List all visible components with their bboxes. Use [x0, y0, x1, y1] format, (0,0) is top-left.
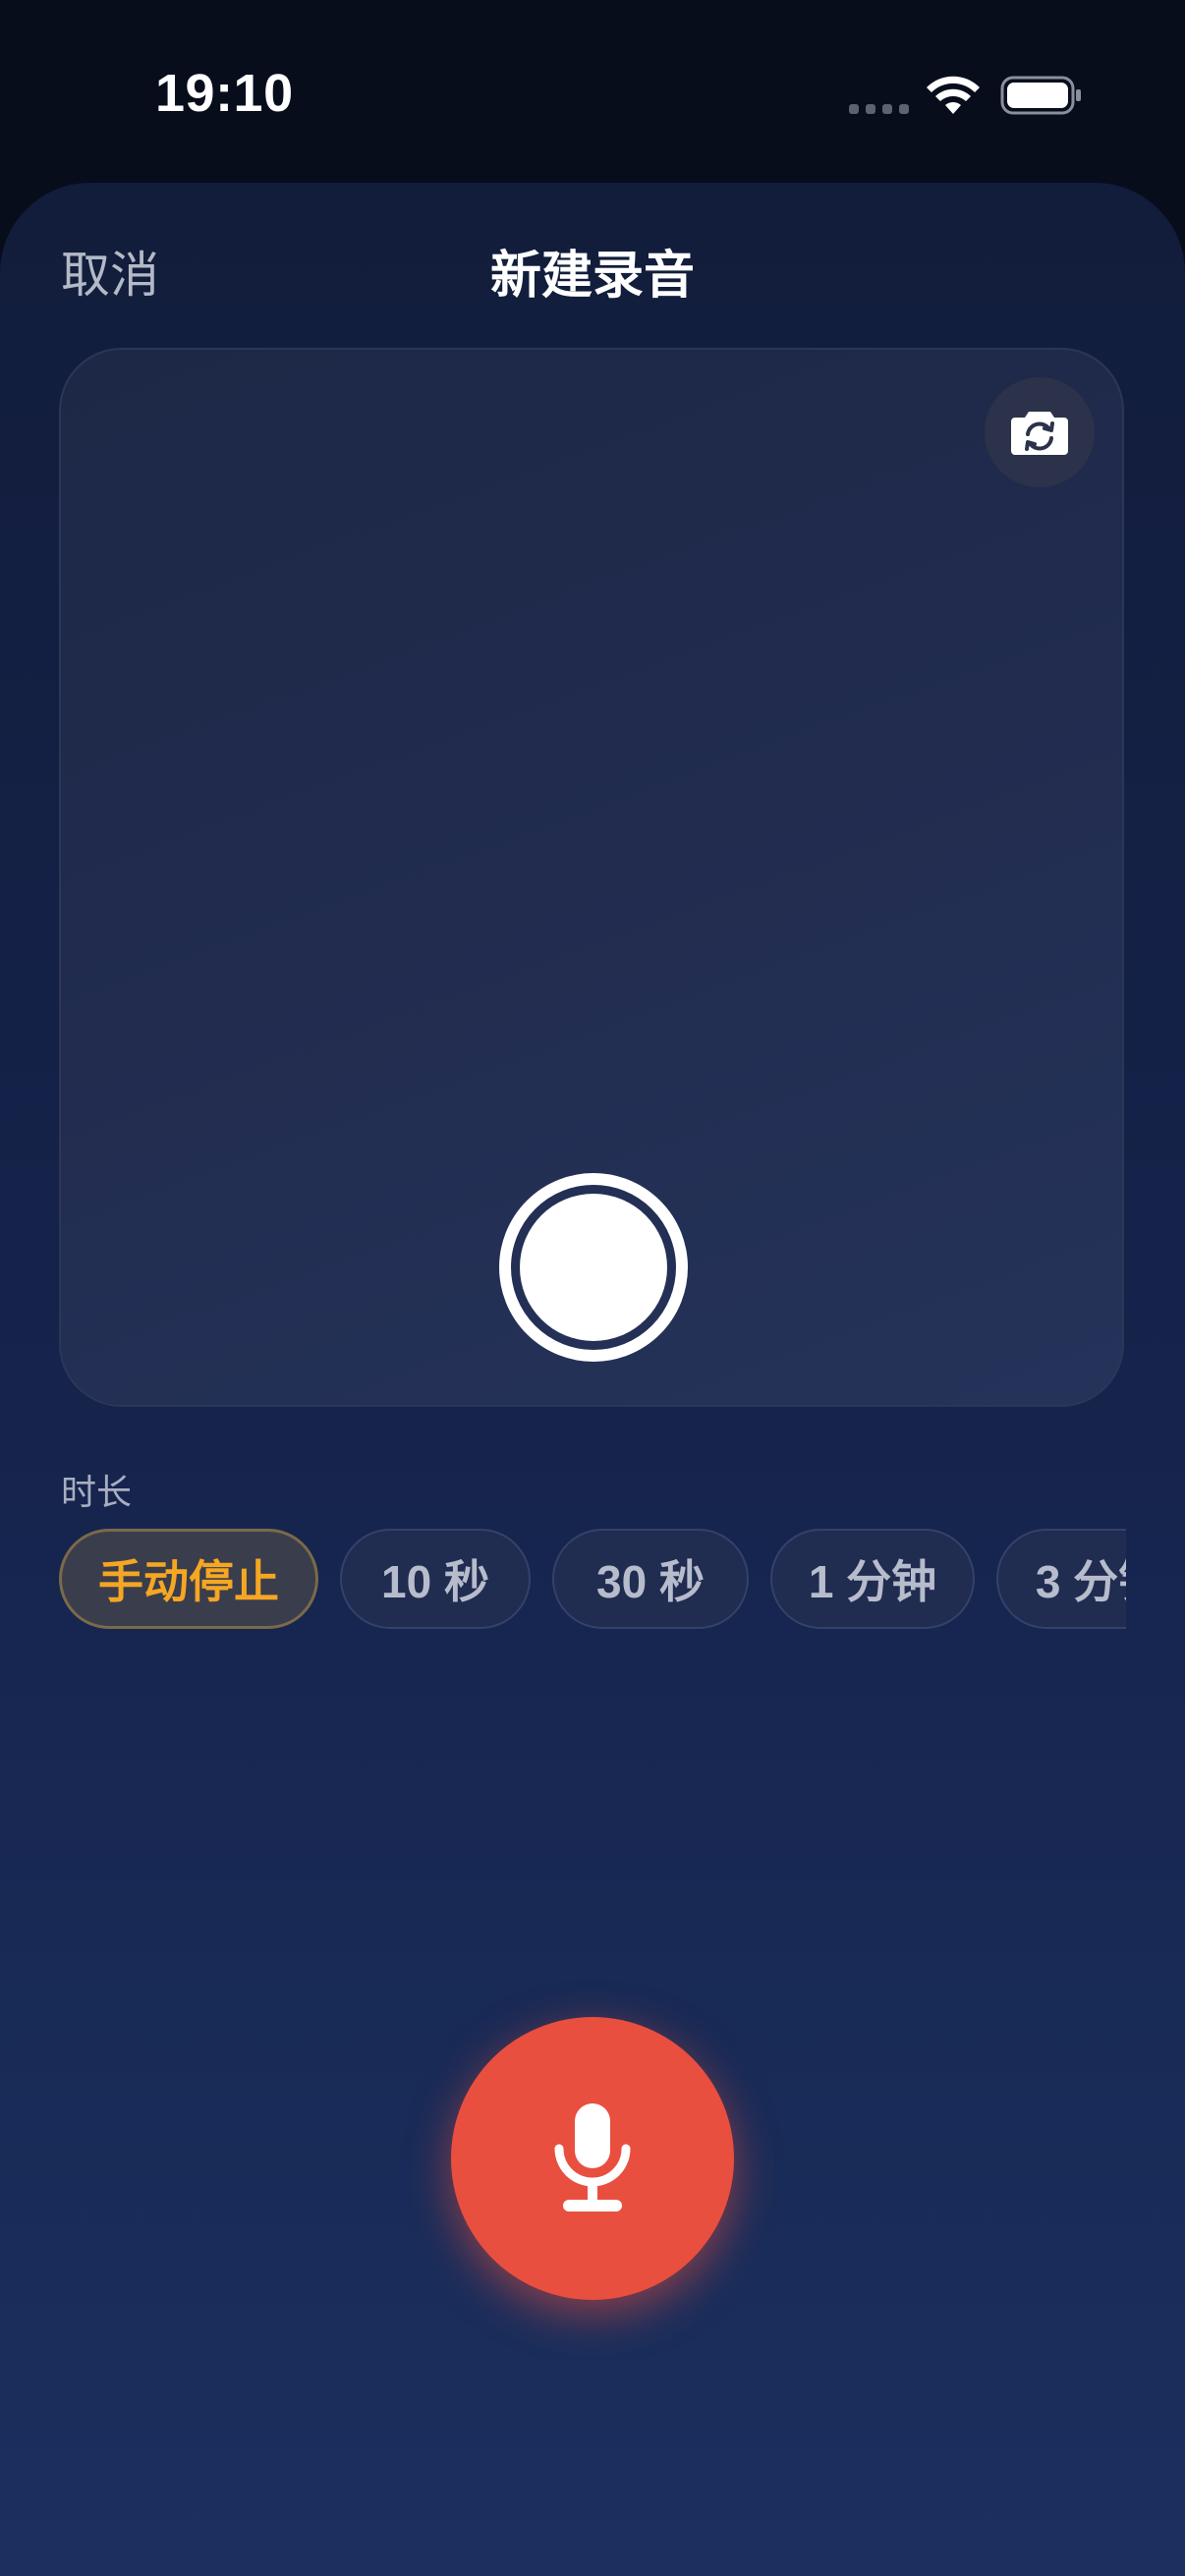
duration-options: 手动停止 10 秒 30 秒 1 分钟 3 分钟 [59, 1529, 1126, 1633]
wifi-icon [927, 76, 980, 114]
page-title: 新建录音 [489, 248, 695, 305]
new-recording-sheet: 取消 新建录音 时长 手动停止 10 秒 30 秒 1 分钟 3 分钟 [0, 183, 1185, 2576]
duration-option-10s[interactable]: 10 秒 [340, 1529, 531, 1629]
duration-option-1min[interactable]: 1 分钟 [770, 1529, 975, 1629]
shutter-icon [520, 1194, 667, 1341]
status-time: 19:10 [155, 64, 294, 123]
battery-icon [1000, 76, 1081, 115]
status-bar: 19:10 [0, 0, 1185, 187]
cellular-signal-icon [849, 104, 909, 114]
duration-option-3min[interactable]: 3 分钟 [996, 1529, 1126, 1629]
flip-camera-button[interactable] [985, 377, 1095, 487]
camera-flip-icon [1011, 412, 1068, 455]
duration-track: 手动停止 10 秒 30 秒 1 分钟 3 分钟 [59, 1529, 1126, 1629]
shutter-button[interactable] [499, 1173, 688, 1362]
microphone-icon [554, 2103, 631, 2212]
duration-option-30s[interactable]: 30 秒 [552, 1529, 749, 1629]
duration-label: 时长 [61, 1472, 133, 1512]
duration-option-manual-stop[interactable]: 手动停止 [59, 1529, 318, 1629]
record-button[interactable] [451, 2017, 734, 2300]
camera-preview [59, 348, 1124, 1407]
